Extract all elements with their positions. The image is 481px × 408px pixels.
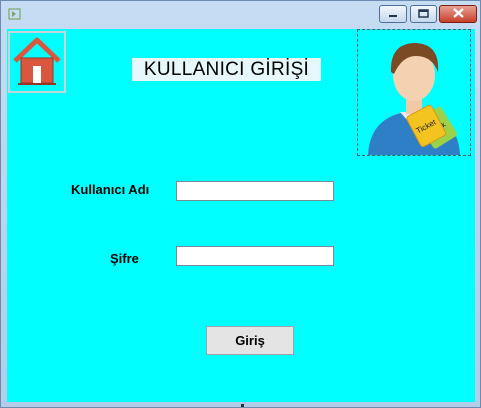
- password-input[interactable]: [176, 246, 334, 266]
- minimize-button[interactable]: [379, 5, 407, 23]
- login-button[interactable]: Giriş: [206, 326, 294, 355]
- user-avatar: Tick Ticket: [357, 29, 471, 156]
- home-icon: [10, 37, 64, 95]
- app-window: KULLANICI GİRİŞİ Tick Ticket Kullanıcı A…: [0, 0, 481, 408]
- home-button[interactable]: [8, 31, 66, 93]
- form-client-area: KULLANICI GİRİŞİ Tick Ticket Kullanıcı A…: [7, 29, 475, 402]
- resize-grip: [241, 404, 244, 407]
- app-icon: [7, 6, 23, 22]
- close-button[interactable]: [439, 5, 477, 23]
- minimize-icon: [388, 5, 398, 23]
- password-label: Şifre: [110, 251, 139, 266]
- close-icon: [452, 5, 464, 23]
- maximize-button[interactable]: [410, 5, 437, 23]
- page-title: KULLANICI GİRİŞİ: [132, 58, 321, 81]
- maximize-icon: [418, 5, 429, 23]
- username-input[interactable]: [176, 181, 334, 201]
- username-label: Kullanıcı Adı: [71, 182, 150, 197]
- title-bar[interactable]: [1, 1, 480, 29]
